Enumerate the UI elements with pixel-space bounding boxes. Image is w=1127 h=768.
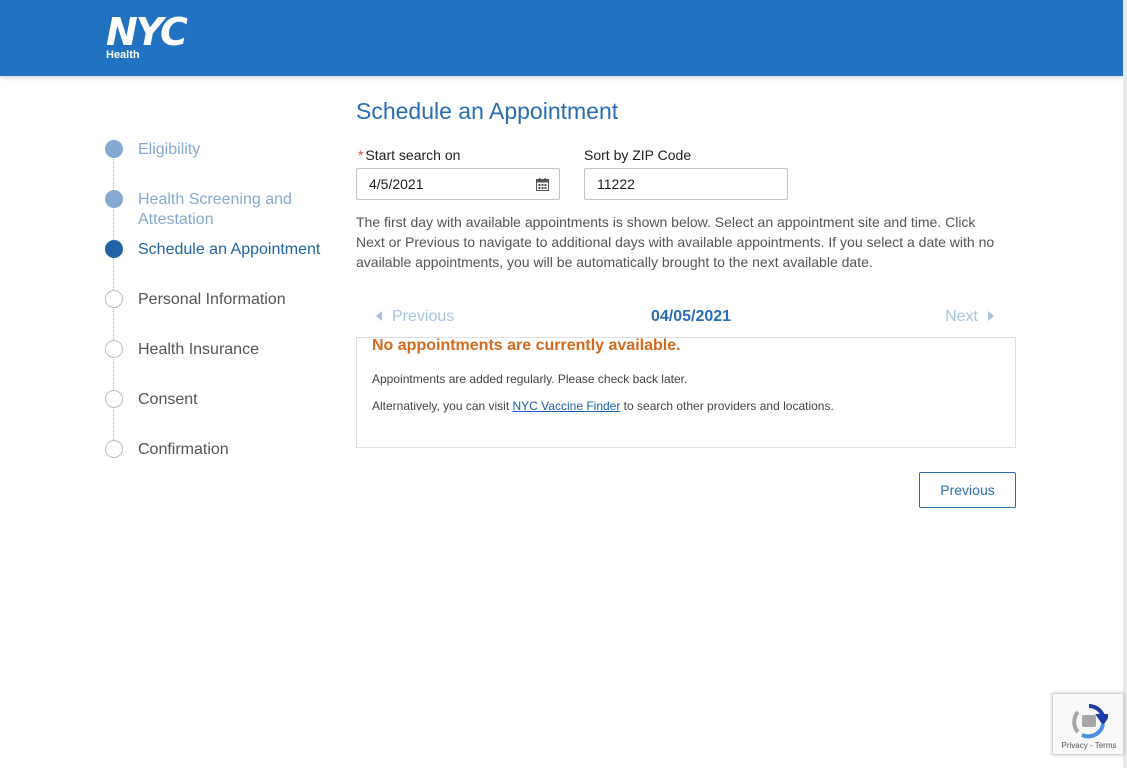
chevron-right-icon — [988, 310, 994, 321]
main-content: Schedule an Appointment * Start search on… — [356, 96, 1016, 508]
step-done-icon — [105, 190, 123, 208]
chevron-left-icon — [376, 310, 382, 321]
nyc-health-logo[interactable]: NYC Health — [106, 10, 188, 61]
nav-next-link[interactable]: Next — [945, 308, 994, 326]
step-pending-icon — [105, 440, 123, 458]
previous-button[interactable]: Previous — [919, 472, 1016, 508]
page-title: Schedule an Appointment — [356, 98, 619, 124]
zip-label: Sort by ZIP Code — [584, 147, 692, 163]
vaccine-finder-prefix: Alternatively, you can visit — [372, 399, 513, 413]
required-marker: * — [358, 147, 364, 163]
no-appointments-message: No appointments are currently available. — [372, 337, 681, 354]
recaptcha-links[interactable]: Privacy - Terms — [1053, 741, 1125, 750]
nav-previous-link[interactable]: Previous — [376, 308, 454, 326]
nav-next-label: Next — [945, 308, 978, 325]
step-label: Health Screening and Attestation — [138, 191, 292, 228]
step-label: Schedule an Appointment — [138, 241, 321, 258]
recaptcha-icon — [1072, 704, 1108, 739]
step-pending-icon — [105, 290, 123, 308]
scrollbar[interactable] — [1123, 0, 1127, 768]
nav-previous-label: Previous — [392, 308, 455, 325]
check-back-text: Appointments are added regularly. Please… — [372, 372, 688, 386]
site-header: NYC Health — [0, 0, 1123, 76]
calendar-icon[interactable] — [536, 178, 549, 191]
step-done-icon — [105, 140, 123, 158]
vaccine-finder-link[interactable]: NYC Vaccine Finder — [513, 399, 621, 413]
current-date: 04/05/2021 — [651, 308, 732, 325]
start-date-label: * Start search on — [358, 147, 460, 163]
step-label: Eligibility — [138, 141, 201, 158]
vaccine-finder-suffix: to search other providers and locations. — [620, 399, 834, 413]
step-label: Personal Information — [138, 291, 286, 308]
availability-panel: No appointments are currently available.… — [356, 337, 1016, 448]
start-date-label-text: Start search on — [365, 147, 461, 163]
step-active-icon — [105, 240, 123, 258]
instructions-text: The first day with available appointment… — [356, 214, 995, 270]
recaptcha-badge[interactable]: Privacy - Terms — [1052, 693, 1124, 755]
zip-value: 11222 — [597, 176, 635, 192]
step-pending-icon — [105, 340, 123, 358]
zip-input[interactable]: 11222 — [584, 168, 788, 200]
step-label: Consent — [138, 391, 198, 408]
step-pending-icon — [105, 390, 123, 408]
start-date-input[interactable]: 4/5/2021 — [356, 168, 560, 200]
step-label: Health Insurance — [138, 341, 259, 358]
logo-text: NYC — [106, 10, 188, 54]
vaccine-finder-text: Alternatively, you can visit NYC Vaccine… — [372, 399, 834, 413]
start-date-value: 4/5/2021 — [369, 176, 424, 192]
step-label: Confirmation — [138, 441, 229, 458]
date-navigator: Previous 04/05/2021 Next — [356, 304, 1016, 338]
